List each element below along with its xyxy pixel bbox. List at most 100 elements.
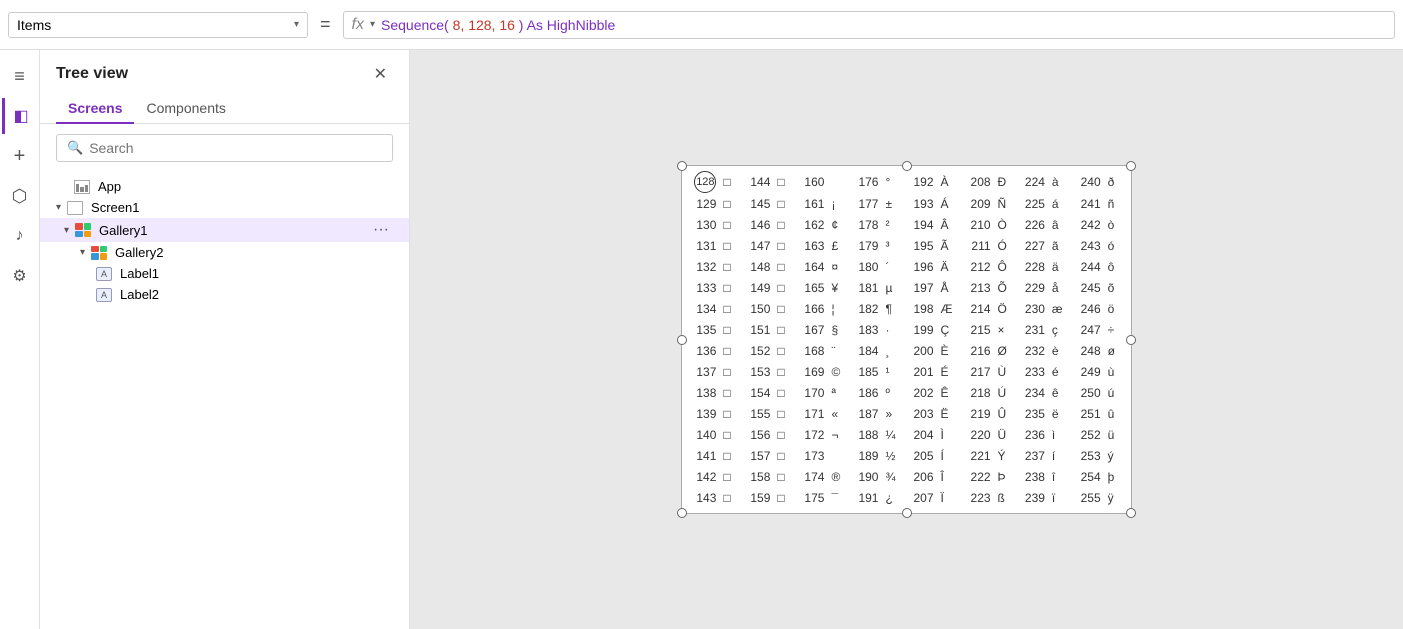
table-row: 137□153□169©185¹201É217Ù233é249ù (686, 362, 1126, 383)
grid-cell-char: Ó (995, 236, 1017, 257)
grid-cell-num: 226 (1017, 215, 1049, 236)
grid-cell-char: □ (774, 278, 796, 299)
top-bar: Items ▾ = fx ▾ Sequence( 8, 128, 16 ) As… (0, 0, 1403, 50)
grid-cell-num: 245 (1073, 278, 1105, 299)
resize-handle-tr[interactable] (1126, 161, 1136, 171)
grid-cell-char: Å (938, 278, 963, 299)
grid-cell-num: 143 (686, 488, 720, 509)
gallery2-label: Gallery2 (115, 245, 163, 260)
label2-icon: A (96, 288, 112, 302)
plus-icon[interactable]: + (2, 138, 38, 174)
grid-cell-char: ö (1105, 299, 1127, 320)
grid-cell-num: 179 (850, 236, 882, 257)
grid-cell-num: 253 (1073, 446, 1105, 467)
grid-cell-num: 151 (742, 320, 774, 341)
table-row: 143□159□175¯191¿207Ï223ß239ï255ÿ (686, 488, 1126, 509)
grid-cell-char: □ (720, 341, 742, 362)
grid-cell-char: Ï (938, 488, 963, 509)
grid-cell-char: Ä (938, 257, 963, 278)
grid-cell-char: Ý (995, 446, 1017, 467)
tree-item-app[interactable]: App (40, 176, 409, 197)
grid-cell-num: 204 (905, 425, 937, 446)
tree-item-gallery2[interactable]: ▾ Gallery2 (40, 242, 409, 263)
search-input[interactable] (89, 140, 382, 156)
screen1-chevron: ▾ (56, 202, 61, 213)
grid-cell-char: ò (1105, 215, 1127, 236)
items-dropdown[interactable]: Items ▾ (8, 12, 308, 38)
grid-cell-char: Ü (995, 425, 1017, 446)
grid-cell-char: £ (828, 236, 850, 257)
grid-cell-char: õ (1105, 278, 1127, 299)
resize-handle-ml[interactable] (677, 335, 687, 345)
grid-cell-char: □ (774, 362, 796, 383)
grid-cell-num: 210 (963, 215, 995, 236)
grid-cell-num: 212 (963, 257, 995, 278)
grid-cell-num: 153 (742, 362, 774, 383)
tab-components[interactable]: Components (134, 94, 237, 124)
resize-handle-mr[interactable] (1126, 335, 1136, 345)
grid-cell-num: 249 (1073, 362, 1105, 383)
sidebar-icons: ≡ ◧ + ⬡ ♪ ⚙ (0, 50, 40, 629)
grid-cell-char: ê (1049, 383, 1073, 404)
main-area: ≡ ◧ + ⬡ ♪ ⚙ Tree view ✕ Screens Componen… (0, 50, 1403, 629)
grid-cell-num: 194 (905, 215, 937, 236)
grid-cell-char: ß (995, 488, 1017, 509)
formula-icon: fx (352, 16, 364, 34)
tree-item-label2[interactable]: A Label2 (40, 284, 409, 305)
grid-cell-char: ¼ (882, 425, 905, 446)
grid-cell-num: 178 (850, 215, 882, 236)
grid-cell-char: · (882, 320, 905, 341)
table-row: 130□146□162¢178²194Â210Ò226â242ò (686, 215, 1126, 236)
resize-handle-bm[interactable] (902, 508, 912, 518)
screen1-label: Screen1 (91, 200, 139, 215)
grid-cell-char: Ø (995, 341, 1017, 362)
grid-cell-char: î (1049, 467, 1073, 488)
grid-cell-char: ½ (882, 446, 905, 467)
settings-icon[interactable]: ⚙ (2, 258, 38, 294)
grid-cell-num: 217 (963, 362, 995, 383)
tree-item-label1[interactable]: A Label1 (40, 263, 409, 284)
resize-handle-tm[interactable] (902, 161, 912, 171)
tree-close-button[interactable]: ✕ (368, 62, 393, 86)
grid-cell-num: 162 (796, 215, 828, 236)
hamburger-icon[interactable]: ≡ (2, 58, 38, 94)
gallery1-more-button[interactable]: ··· (369, 221, 393, 239)
grid-cell-num: 138 (686, 383, 720, 404)
grid-cell-char: Ñ (995, 194, 1017, 215)
tree-item-gallery1[interactable]: ▾ Gallery1 ··· (40, 218, 409, 242)
tree-panel-header: Tree view ✕ (40, 50, 409, 94)
resize-handle-bl[interactable] (677, 508, 687, 518)
tree-item-screen1[interactable]: ▾ Screen1 (40, 197, 409, 218)
grid-cell-char: ® (828, 467, 850, 488)
formula-chevron-icon: ▾ (370, 19, 375, 30)
grid-cell-char: © (828, 362, 850, 383)
grid-cell-num: 188 (850, 425, 882, 446)
grid-cell-char: » (882, 404, 905, 425)
media-icon[interactable]: ♪ (2, 218, 38, 254)
database-icon[interactable]: ⬡ (2, 178, 38, 214)
grid-cell-char: □ (720, 446, 742, 467)
grid-cell-char (828, 170, 850, 194)
label1-text: Label1 (120, 266, 159, 281)
grid-cell-num: 145 (742, 194, 774, 215)
grid-cell-char: Ì (938, 425, 963, 446)
grid-cell-char: ã (1049, 236, 1073, 257)
grid-cell-char: □ (720, 215, 742, 236)
grid-cell-char: □ (774, 170, 796, 194)
grid-cell-char: ¥ (828, 278, 850, 299)
grid-cell-num: 163 (796, 236, 828, 257)
tab-screens[interactable]: Screens (56, 94, 134, 124)
formula-bar[interactable]: fx ▾ Sequence( 8, 128, 16 ) As HighNibbl… (343, 11, 1395, 39)
grid-cell-char: Ç (938, 320, 963, 341)
chevron-down-icon: ▾ (294, 19, 299, 30)
grid-cell-char: Î (938, 467, 963, 488)
grid-cell-char: Ã (938, 236, 963, 257)
layers-icon[interactable]: ◧ (2, 98, 38, 134)
character-grid: 128□144□160176°192À208Ð224à240ð129□145□1… (686, 170, 1126, 509)
grid-cell-char: ç (1049, 320, 1073, 341)
resize-handle-br[interactable] (1126, 508, 1136, 518)
grid-cell-char: û (1105, 404, 1127, 425)
grid-cell-char (828, 446, 850, 467)
grid-cell-char: □ (774, 236, 796, 257)
canvas-area[interactable]: 128□144□160176°192À208Ð224à240ð129□145□1… (410, 50, 1403, 629)
